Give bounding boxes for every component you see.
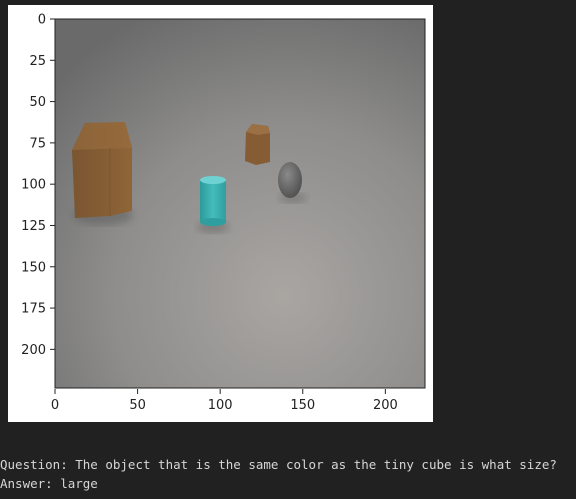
cyan-cylinder [200, 176, 226, 226]
y-tick-label: 150 [21, 260, 46, 275]
large-brown-cube [72, 122, 132, 218]
cell-output: Question: The object that is the same co… [0, 455, 557, 493]
y-tick-label: 50 [29, 95, 46, 110]
answer-text: Answer: large [0, 476, 98, 491]
x-axis: 0 50 100 150 200 [51, 389, 398, 413]
y-tick-label: 200 [21, 343, 46, 358]
x-tick-label: 200 [373, 398, 398, 413]
gray-sphere [278, 162, 302, 198]
y-tick-label: 125 [21, 219, 46, 234]
y-tick-label: 100 [21, 178, 46, 193]
y-tick-label: 25 [29, 54, 46, 69]
scene-image [55, 19, 425, 388]
small-brown-cube [245, 124, 270, 165]
x-tick-label: 50 [129, 398, 146, 413]
question-text: Question: The object that is the same co… [0, 457, 557, 472]
y-tick-label: 75 [29, 136, 46, 151]
matplotlib-figure: 0 50 100 150 200 0 25 50 75 100 125 150 175 200 [8, 5, 433, 422]
x-tick-label: 0 [51, 398, 59, 413]
y-tick-label: 175 [21, 302, 46, 317]
y-axis: 0 25 50 75 100 125 150 175 200 [21, 13, 55, 358]
y-tick-label: 0 [38, 13, 46, 28]
image-plot: 0 50 100 150 200 0 25 50 75 100 125 150 175 200 [21, 13, 426, 413]
x-tick-label: 100 [208, 398, 233, 413]
x-tick-label: 150 [290, 398, 315, 413]
